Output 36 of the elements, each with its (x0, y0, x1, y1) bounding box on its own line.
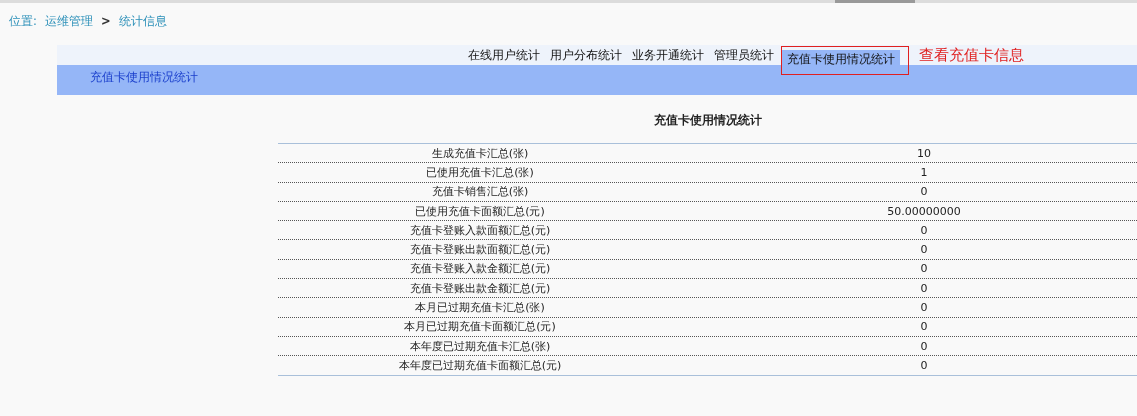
section-title: 充值卡使用情况统计 (90, 70, 198, 84)
tab[interactable]: 管理员统计 (709, 46, 779, 64)
table-cell-text: 充值卡登账入款面额汇总(元) (408, 222, 552, 238)
table-cell-text: 已使用充值卡汇总(张) (425, 164, 535, 180)
annotation-text: 查看充值卡信息 (919, 45, 1024, 65)
table-cell-text: 充值卡登账出款金额汇总(元) (408, 280, 552, 296)
table-cell-text: 0 (919, 281, 929, 295)
table-cell-text: 本年度已过期充值卡面额汇总(元) (397, 357, 563, 373)
table-cell-text: 已使用充值卡面额汇总(元) (414, 203, 546, 219)
table-cell-text: 本月已过期充值卡面额汇总(元) (403, 319, 557, 335)
table-cell-text: 本年度已过期充值卡汇总(张) (408, 338, 552, 354)
table-cell-text: 0 (919, 223, 929, 237)
table-cell-text: 10 (916, 146, 932, 160)
table-cell-text: 本月已过期充值卡汇总(张) (414, 300, 546, 315)
breadcrumb-link[interactable]: 运维管理 (44, 13, 93, 29)
breadcrumb-separator: > (100, 14, 111, 28)
table-cell-text: 0 (919, 301, 929, 314)
table-cell-text: 生成充值卡汇总(张) (430, 145, 530, 161)
table-cell-text: 0 (919, 320, 929, 334)
table-cell-text: 0 (919, 262, 929, 276)
table-cell-text: 50.00000000 (886, 204, 962, 218)
tab[interactable]: 在线用户统计 (463, 46, 545, 64)
table-cell-text: 充值卡登账入款金额汇总(元) (408, 261, 552, 277)
table-cell-text: 充值卡登账出款面额汇总(元) (408, 242, 552, 258)
table-cell-text: 1 (919, 165, 929, 179)
table-title: 充值卡使用情况统计 (654, 113, 763, 129)
breadcrumb-label: 位置: (9, 13, 37, 29)
tab[interactable]: 用户分布统计 (545, 46, 627, 64)
breadcrumb-link[interactable]: 统计信息 (118, 13, 167, 29)
table-cell-text: 0 (919, 243, 929, 257)
table-cell-text: 0 (919, 358, 929, 372)
table-cell-text: 0 (919, 185, 929, 199)
table-cell-text: 0 (919, 339, 929, 353)
table-cell-text: 充值卡销售汇总(张) (430, 184, 530, 200)
tab[interactable]: 业务开通统计 (627, 46, 709, 64)
tab[interactable]: 充值卡使用情况统计 (782, 49, 900, 68)
